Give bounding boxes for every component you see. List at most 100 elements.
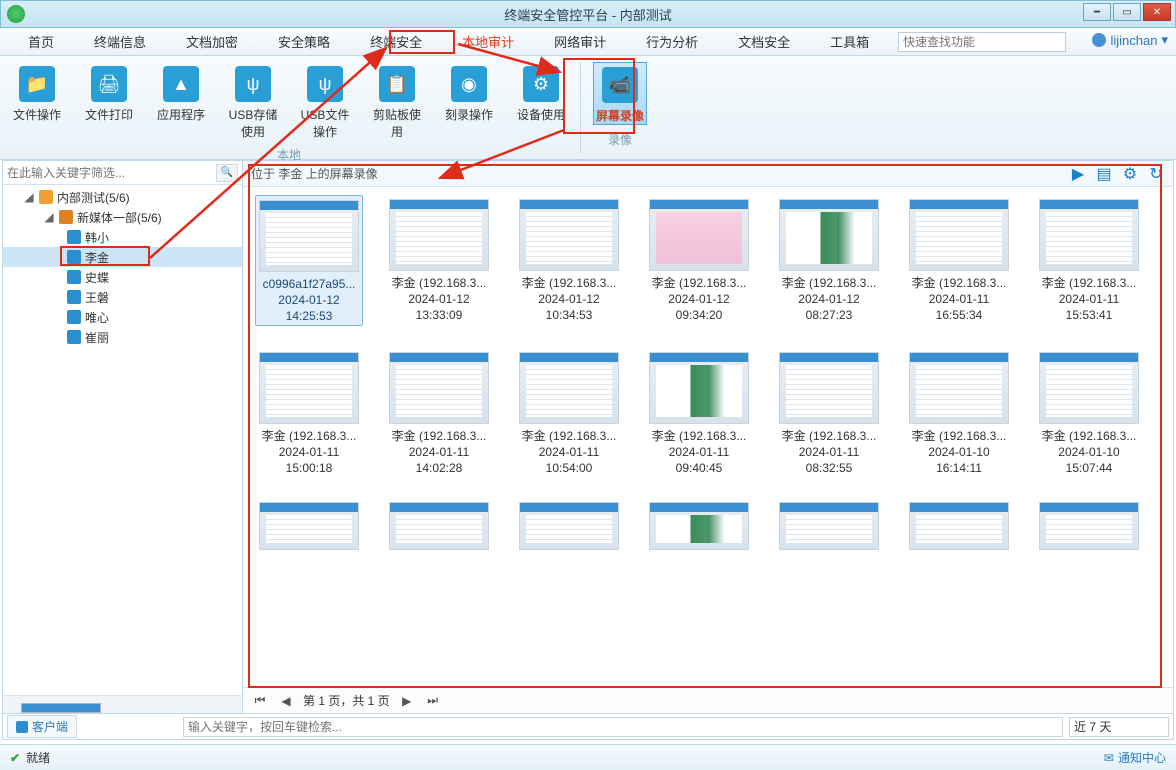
tree-client-2[interactable]: 史蝶 xyxy=(3,267,242,287)
ribbon-file-print[interactable]: 🖨文件打印 xyxy=(82,62,136,140)
recording-thumbnail xyxy=(649,199,749,271)
recording-thumbnail xyxy=(519,502,619,550)
recording-thumbnail xyxy=(779,502,879,550)
recording-item[interactable]: 李金 (192.168.3...2024-01-1109:40:45 xyxy=(645,348,753,477)
menu-local-audit[interactable]: 本地审计 xyxy=(454,28,522,55)
close-button[interactable]: ✕ xyxy=(1143,3,1171,21)
user-menu[interactable]: lijinchan ▾ xyxy=(1092,32,1168,48)
menu-bar: 首页 终端信息 文档加密 安全策略 终端安全 本地审计 网络审计 行为分析 文档… xyxy=(0,28,1176,56)
recording-label: c0996a1f27a95...2024-01-1214:25:53 xyxy=(253,276,365,325)
page-last[interactable]: ⏭ xyxy=(424,692,442,710)
recording-item[interactable]: 李金 (192.168.3...2024-01-1116:55:34 xyxy=(905,195,1013,326)
recording-item[interactable]: 李金 (192.168.3...2024-01-1015:07:44 xyxy=(1035,348,1143,477)
menu-terminal-security[interactable]: 终端安全 xyxy=(362,28,430,55)
tree-dept[interactable]: ◢新媒体一部(5/6) xyxy=(3,207,242,227)
pagination: ⏮ ◀ 第 1 页，共 1 页 ▶ ⏭ xyxy=(243,687,1173,713)
org-tree: ◢内部测试(5/6) ◢新媒体一部(5/6) 韩小 李金 史蝶 王磐 唯心 崔丽 xyxy=(3,185,242,695)
tree-client-1[interactable]: 李金 xyxy=(3,247,242,267)
recording-item[interactable] xyxy=(515,498,623,550)
ribbon-usb-storage[interactable]: ψUSB存储使用 xyxy=(226,62,280,140)
recording-item[interactable] xyxy=(1035,498,1143,550)
menu-behavior-analysis[interactable]: 行为分析 xyxy=(638,28,706,55)
recording-item[interactable]: 李金 (192.168.3...2024-01-1115:53:41 xyxy=(1035,195,1143,326)
ribbon-group-local: 📁文件操作 🖨文件打印 ▲应用程序 ψUSB存储使用 ψUSB文件操作 📋剪贴板… xyxy=(0,56,578,159)
client-icon xyxy=(67,250,81,264)
recording-item[interactable] xyxy=(385,498,493,550)
window-controls: ━ ▭ ✕ xyxy=(1083,3,1171,21)
tree-client-3[interactable]: 王磐 xyxy=(3,287,242,307)
menu-doc-encrypt[interactable]: 文档加密 xyxy=(178,28,246,55)
recording-item[interactable] xyxy=(905,498,1013,550)
recording-item[interactable] xyxy=(775,498,883,550)
recording-thumbnail xyxy=(519,352,619,424)
recording-label: 李金 (192.168.3...2024-01-1115:00:18 xyxy=(253,428,365,477)
recording-item[interactable]: 李金 (192.168.3...2024-01-1115:00:18 xyxy=(255,348,363,477)
dept-icon xyxy=(59,210,73,224)
ribbon-screen-recording[interactable]: 📹屏幕录像 xyxy=(593,62,647,125)
recording-thumbnail xyxy=(1039,352,1139,424)
filter-icon[interactable]: 🔍 xyxy=(216,164,238,182)
recording-item[interactable]: 李金 (192.168.3...2024-01-1213:33:09 xyxy=(385,195,493,326)
tree-client-5[interactable]: 崔丽 xyxy=(3,327,242,347)
menu-doc-security[interactable]: 文档安全 xyxy=(730,28,798,55)
play-icon[interactable]: ▶ xyxy=(1069,165,1087,183)
page-first[interactable]: ⏮ xyxy=(251,692,269,710)
ribbon-clipboard[interactable]: 📋剪贴板使用 xyxy=(370,62,424,140)
ribbon-apps[interactable]: ▲应用程序 xyxy=(154,62,208,140)
recording-item[interactable] xyxy=(645,498,753,550)
usb-file-icon: ψ xyxy=(307,66,343,102)
ribbon-burn[interactable]: ◉刻录操作 xyxy=(442,62,496,140)
recording-item[interactable] xyxy=(255,498,363,550)
ribbon-group-recording: 📹屏幕录像 录像 xyxy=(583,56,657,159)
notification-center[interactable]: ✉ 通知中心 xyxy=(1104,749,1166,766)
mail-icon: ✉ xyxy=(1104,751,1114,765)
recording-item[interactable]: 李金 (192.168.3...2024-01-1210:34:53 xyxy=(515,195,623,326)
recording-label: 李金 (192.168.3...2024-01-1116:55:34 xyxy=(903,275,1015,324)
tree-client-0[interactable]: 韩小 xyxy=(3,227,242,247)
keyword-input[interactable] xyxy=(183,717,1063,737)
recording-label: 李金 (192.168.3...2024-01-1208:27:23 xyxy=(773,275,885,324)
recording-item[interactable]: 李金 (192.168.3...2024-01-1114:02:28 xyxy=(385,348,493,477)
ribbon-usb-file[interactable]: ψUSB文件操作 xyxy=(298,62,352,140)
sidebar: 🔍 ◢内部测试(5/6) ◢新媒体一部(5/6) 韩小 李金 史蝶 王磐 唯心 … xyxy=(3,161,243,713)
client-tab[interactable]: 客户端 xyxy=(7,715,77,738)
recording-item[interactable]: 李金 (192.168.3...2024-01-1208:27:23 xyxy=(775,195,883,326)
recording-thumbnail xyxy=(1039,199,1139,271)
recording-item[interactable]: 李金 (192.168.3...2024-01-1209:34:20 xyxy=(645,195,753,326)
minimize-button[interactable]: ━ xyxy=(1083,3,1111,21)
sidebar-filter-input[interactable] xyxy=(7,166,216,180)
recording-item[interactable]: c0996a1f27a95...2024-01-1214:25:53 xyxy=(255,195,363,326)
menu-network-audit[interactable]: 网络审计 xyxy=(546,28,614,55)
menu-security-policy[interactable]: 安全策略 xyxy=(270,28,338,55)
sidebar-search: 🔍 xyxy=(3,161,242,185)
ribbon-device[interactable]: ⚙设备使用 xyxy=(514,62,568,140)
tree-client-4[interactable]: 唯心 xyxy=(3,307,242,327)
client-icon xyxy=(67,290,81,304)
maximize-button[interactable]: ▭ xyxy=(1113,3,1141,21)
list-view-icon[interactable]: ▤ xyxy=(1095,165,1113,183)
recording-item[interactable]: 李金 (192.168.3...2024-01-1016:14:11 xyxy=(905,348,1013,477)
client-icon xyxy=(67,330,81,344)
scrollbar-thumb[interactable] xyxy=(21,703,101,713)
recording-item[interactable]: 李金 (192.168.3...2024-01-1110:54:00 xyxy=(515,348,623,477)
clipboard-icon: 📋 xyxy=(379,66,415,102)
gear-icon[interactable]: ⚙ xyxy=(1121,165,1139,183)
collapse-icon[interactable]: ◢ xyxy=(43,210,55,224)
menu-home[interactable]: 首页 xyxy=(20,28,62,55)
menu-terminal-info[interactable]: 终端信息 xyxy=(86,28,154,55)
sidebar-scrollbar[interactable] xyxy=(3,695,242,713)
tree-root[interactable]: ◢内部测试(5/6) xyxy=(3,187,242,207)
page-next[interactable]: ▶ xyxy=(398,692,416,710)
ribbon-file-ops[interactable]: 📁文件操作 xyxy=(10,62,64,140)
recording-item[interactable]: 李金 (192.168.3...2024-01-1108:32:55 xyxy=(775,348,883,477)
recording-thumbnail xyxy=(259,352,359,424)
collapse-icon[interactable]: ◢ xyxy=(23,190,35,204)
recording-thumbnail xyxy=(779,352,879,424)
time-filter[interactable] xyxy=(1069,717,1169,737)
page-prev[interactable]: ◀ xyxy=(277,692,295,710)
refresh-icon[interactable]: ↻ xyxy=(1147,165,1165,183)
recording-label: 李金 (192.168.3...2024-01-1108:32:55 xyxy=(773,428,885,477)
recording-label: 李金 (192.168.3...2024-01-1015:07:44 xyxy=(1033,428,1145,477)
quick-search-input[interactable] xyxy=(898,32,1066,52)
menu-toolbox[interactable]: 工具箱 xyxy=(822,28,877,55)
